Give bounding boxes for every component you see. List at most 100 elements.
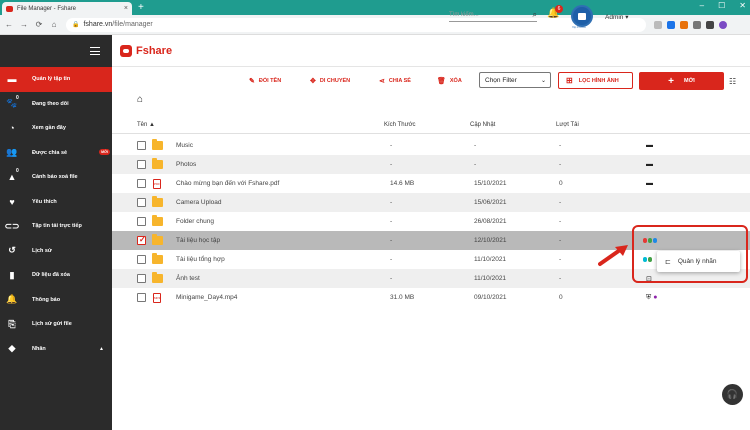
file-size: 31.0 MB <box>390 294 415 301</box>
row-checkbox[interactable] <box>137 198 146 207</box>
grid-view-icon[interactable]: ☷ <box>729 77 736 86</box>
heart-icon: ♥ <box>9 196 15 207</box>
file-size: - <box>390 256 393 263</box>
close-window-icon[interactable]: ✕ <box>739 1 746 10</box>
sidebar-item-direct-download[interactable]: ⊂⊃ Tập tin tải trực tiếp <box>0 214 112 239</box>
new-button[interactable]: + MỚI <box>639 72 724 90</box>
file-name[interactable]: Music <box>176 142 193 149</box>
delete-button[interactable]: 🗑 XÓA <box>437 77 462 85</box>
file-name[interactable]: Ảnh test <box>176 275 200 282</box>
row-checkbox[interactable] <box>137 160 146 169</box>
close-tab-icon[interactable]: × <box>124 5 128 12</box>
sidebar-item-label: Lịch sử gửi file <box>32 321 72 328</box>
support-headset-icon[interactable]: 🎧 <box>722 384 743 405</box>
file-name[interactable]: Tài liệu học tập <box>176 237 220 244</box>
file-name[interactable]: Photos <box>176 161 196 168</box>
column-views[interactable]: Lượt Tải <box>556 122 579 128</box>
sidebar-item-label: Yêu thích <box>32 198 57 205</box>
sidebar-item-deleted[interactable]: ▮ Dữ liệu đã xóa <box>0 263 112 288</box>
clock-icon: ◔ <box>9 123 15 134</box>
file-name[interactable]: Minigame_Day4.mp4 <box>176 294 237 301</box>
fshare-logo[interactable]: Fshare <box>120 44 173 57</box>
filter-value: Chọn Filter <box>485 76 517 84</box>
sidebar-item-label: Cảnh báo xoá file <box>32 174 78 181</box>
reload-icon[interactable]: ⟳ <box>33 20 45 29</box>
file-name[interactable]: Chào mừng bạn đến với Fshare.pdf <box>176 180 279 187</box>
rename-button[interactable]: ✎ ĐỔI TÊN <box>249 77 281 85</box>
file-name[interactable]: Tài liệu tổng hợp <box>176 256 225 263</box>
column-size[interactable]: Kích Thước <box>384 122 416 128</box>
search-input[interactable]: Tìm kiếm... ⌕ <box>449 9 537 22</box>
row-checkbox[interactable] <box>137 235 146 245</box>
folder-move-icon[interactable]: ▬ <box>646 180 653 187</box>
profile-icon[interactable] <box>719 20 727 29</box>
folder-move-icon[interactable]: ▬ <box>646 142 653 149</box>
sidebar-item-send-history[interactable]: ⎘ Lịch sử gửi file <box>0 312 112 337</box>
shield-icon[interactable]: ⛨ ● <box>646 294 657 302</box>
url-field[interactable]: 🔒 fshare.vn/file/manager <box>66 17 646 32</box>
badge: 0 <box>16 168 19 174</box>
browser-tab[interactable]: File Manager - Fshare × <box>2 2 132 15</box>
image-filter-button[interactable]: ⊞ LỌC HÌNH ẢNH <box>558 72 633 89</box>
avatar[interactable] <box>571 5 593 27</box>
column-name[interactable]: Tên ▲ <box>137 122 155 128</box>
table-row[interactable]: PDF Chào mừng bạn đến với Fshare.pdf 14.… <box>112 174 750 193</box>
file-size: - <box>390 142 393 149</box>
forward-icon[interactable]: → <box>18 20 30 29</box>
home-icon[interactable]: ⌂ <box>137 94 143 105</box>
row-checkbox[interactable] <box>137 217 146 226</box>
extension-icon[interactable] <box>667 20 675 29</box>
menu-icon[interactable] <box>90 47 100 55</box>
trash-icon: 🗑 <box>437 78 446 85</box>
file-views: - <box>559 256 562 263</box>
home-browser-icon[interactable]: ⌂ <box>48 20 60 29</box>
sidebar-item-history[interactable]: ↺ Lịch sử <box>0 239 112 264</box>
search-icon[interactable]: ⌕ <box>533 10 537 20</box>
label-manager-menu-item[interactable]: ⊏ Quản lý nhãn <box>657 251 740 272</box>
maximize-icon[interactable]: ☐ <box>718 1 725 10</box>
sidebar-item-delete-warning[interactable]: ▲ 0 Cảnh báo xoá file <box>0 165 112 190</box>
share-button[interactable]: ⋖ CHIA SẺ <box>379 77 411 85</box>
row-checkbox[interactable] <box>137 274 146 283</box>
extension-icon[interactable] <box>680 20 688 29</box>
row-checkbox[interactable] <box>137 179 146 188</box>
logo-text: Fshare <box>136 44 173 57</box>
tag-icon: ◆ <box>8 343 16 354</box>
row-checkbox[interactable] <box>137 293 146 302</box>
pencil-icon: ✎ <box>249 78 255 85</box>
fshare-favicon-icon <box>6 5 13 12</box>
sidebar-item-notifications[interactable]: 🔔 Thông báo <box>0 288 112 313</box>
move-button[interactable]: ✥ DI CHUYỂN <box>310 77 350 85</box>
file-date: - <box>474 142 477 149</box>
folder-move-icon[interactable]: ▬ <box>646 161 653 168</box>
folder-icon <box>152 253 163 264</box>
extension-icon[interactable] <box>693 20 701 29</box>
filter-select[interactable]: Chọn Filter ⌄ <box>479 72 551 88</box>
puzzle-icon[interactable] <box>706 20 714 29</box>
file-views: - <box>559 199 562 206</box>
url-path: /file/manager <box>112 21 153 28</box>
row-checkbox[interactable] <box>137 141 146 150</box>
row-checkbox[interactable] <box>137 255 146 264</box>
table-row[interactable]: Photos - - - ▬ <box>112 155 750 174</box>
sidebar-item-following[interactable]: 🐾 0 Đang theo dõi <box>0 92 112 117</box>
table-row[interactable]: Camera Upload - 15/06/2021 - <box>112 193 750 212</box>
sidebar-item-recent[interactable]: ◔ Xem gần đây <box>0 116 112 141</box>
sidebar-item-shared[interactable]: 👥 Được chia sẻ MỚI <box>0 141 112 166</box>
user-menu[interactable]: Admin ▾ <box>605 13 629 21</box>
table-row[interactable]: MP4 Minigame_Day4.mp4 31.0 MB 09/10/2021… <box>112 288 750 307</box>
star-icon[interactable] <box>654 20 662 29</box>
file-name[interactable]: Camera Upload <box>176 199 222 206</box>
toolbar: ✎ ĐỔI TÊN ✥ DI CHUYỂN ⋖ CHIA SẺ 🗑 XÓA Chọn F… <box>112 67 750 97</box>
minimize-icon[interactable]: – <box>700 1 704 10</box>
attachment-icon: ⎘ <box>8 318 16 329</box>
column-date[interactable]: Cập Nhật <box>470 122 495 128</box>
back-icon[interactable]: ← <box>3 20 15 29</box>
sidebar-item-favorites[interactable]: ♥ Yêu thích <box>0 190 112 215</box>
table-row[interactable]: Music - - - ▬ <box>112 136 750 155</box>
sidebar-item-labels[interactable]: ◆ Nhãn ▲ <box>0 337 112 362</box>
notification-badge: 6 <box>555 5 563 13</box>
new-tab-button[interactable]: + <box>138 2 144 13</box>
file-name[interactable]: Folder chung <box>176 218 214 225</box>
sidebar-item-file-manager[interactable]: ▬ Quản lý tập tin <box>0 67 112 92</box>
